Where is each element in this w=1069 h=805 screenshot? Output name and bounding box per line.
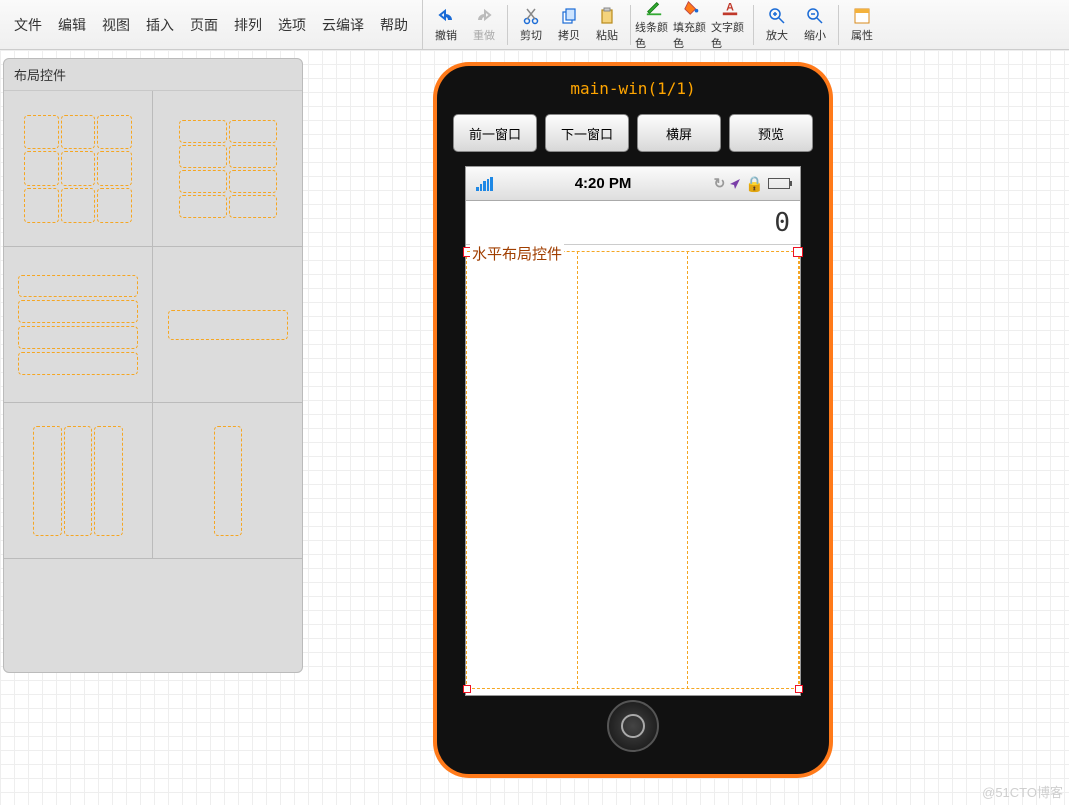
undo-icon — [437, 7, 455, 25]
redo-label: 重做 — [473, 27, 495, 43]
properties-label: 属性 — [851, 27, 873, 43]
text-color-button[interactable]: A 文字颜色 — [711, 1, 749, 49]
palette-item-col[interactable] — [153, 403, 302, 559]
menu-view[interactable]: 视图 — [96, 9, 136, 41]
result-display: 0 — [466, 201, 800, 245]
status-time: 4:20 PM — [575, 175, 632, 192]
watermark: @51CTO博客 — [982, 782, 1063, 801]
separator — [630, 5, 631, 45]
battery-icon — [768, 178, 790, 189]
landscape-button[interactable]: 横屏 — [637, 114, 721, 152]
paste-label: 粘贴 — [596, 27, 618, 43]
text-color-icon: A — [721, 0, 739, 17]
line-color-button[interactable]: 线条颜色 — [635, 1, 673, 49]
cut-button[interactable]: 剪切 — [512, 1, 550, 49]
next-window-button[interactable]: 下一窗口 — [545, 114, 629, 152]
copy-icon — [560, 7, 578, 25]
layout-label: 水平布局控件 — [470, 243, 564, 264]
copy-button[interactable]: 拷贝 — [550, 1, 588, 49]
zoom-in-label: 放大 — [766, 27, 788, 43]
horizontal-layout-widget[interactable] — [466, 251, 800, 689]
palette-item-rows[interactable] — [4, 247, 153, 403]
bucket-icon — [683, 0, 701, 17]
properties-button[interactable]: 属性 — [843, 1, 881, 49]
zoom-out-icon — [806, 7, 824, 25]
redo-button[interactable]: 重做 — [465, 1, 503, 49]
separator — [838, 5, 839, 45]
svg-text:A: A — [726, 1, 734, 13]
menu-page[interactable]: 页面 — [184, 9, 224, 41]
paste-icon — [598, 7, 616, 25]
menu-options[interactable]: 选项 — [272, 9, 312, 41]
palette-title: 布局控件 — [4, 59, 302, 91]
menu-bar: 文件 编辑 视图 插入 页面 排列 选项 云编译 帮助 — [0, 0, 423, 49]
pencil-icon — [645, 0, 663, 17]
canvas[interactable]: 布局控件 — [0, 50, 1069, 805]
device-title: main-win(1/1) — [437, 66, 829, 110]
menu-insert[interactable]: 插入 — [140, 9, 180, 41]
zoom-in-icon — [768, 7, 786, 25]
home-button[interactable] — [607, 700, 659, 752]
device-frame: main-win(1/1) 前一窗口 下一窗口 横屏 预览 4:20 PM ↻ — [433, 62, 833, 778]
refresh-icon: ↻ — [714, 175, 726, 192]
text-color-label: 文字颜色 — [711, 19, 749, 51]
location-icon — [729, 178, 741, 190]
menu-help[interactable]: 帮助 — [374, 9, 414, 41]
undo-button[interactable]: 撤销 — [427, 1, 465, 49]
palette-item-grid3x3[interactable] — [4, 91, 153, 247]
palette-item-row[interactable] — [153, 247, 302, 403]
palette-item-grid2x4[interactable] — [153, 91, 302, 247]
properties-icon — [853, 7, 871, 25]
undo-label: 撤销 — [435, 27, 457, 43]
menu-edit[interactable]: 编辑 — [52, 9, 92, 41]
signal-icon — [476, 177, 493, 191]
zoom-out-label: 缩小 — [804, 27, 826, 43]
device-screen[interactable]: 4:20 PM ↻ 🔒 0 水平布局控件 — [465, 166, 801, 696]
menu-file[interactable]: 文件 — [8, 9, 48, 41]
preview-button[interactable]: 预览 — [729, 114, 813, 152]
redo-icon — [475, 7, 493, 25]
menu-arrange[interactable]: 排列 — [228, 9, 268, 41]
cut-label: 剪切 — [520, 27, 542, 43]
fill-color-button[interactable]: 填充颜色 — [673, 1, 711, 49]
prev-window-button[interactable]: 前一窗口 — [453, 114, 537, 152]
zoom-in-button[interactable]: 放大 — [758, 1, 796, 49]
separator — [753, 5, 754, 45]
paste-button[interactable]: 粘贴 — [588, 1, 626, 49]
menu-cloud[interactable]: 云编译 — [316, 9, 370, 41]
zoom-out-button[interactable]: 缩小 — [796, 1, 834, 49]
palette-item-cols[interactable] — [4, 403, 153, 559]
lock-icon: 🔒 — [745, 175, 764, 193]
status-bar: 4:20 PM ↻ 🔒 — [466, 167, 800, 201]
cut-icon — [522, 7, 540, 25]
fill-color-label: 填充颜色 — [673, 19, 711, 51]
toolbar: 撤销 重做 剪切 拷贝 粘贴 — [423, 0, 1069, 49]
line-color-label: 线条颜色 — [635, 19, 673, 51]
copy-label: 拷贝 — [558, 27, 580, 43]
widget-palette: 布局控件 — [3, 58, 303, 673]
separator — [507, 5, 508, 45]
